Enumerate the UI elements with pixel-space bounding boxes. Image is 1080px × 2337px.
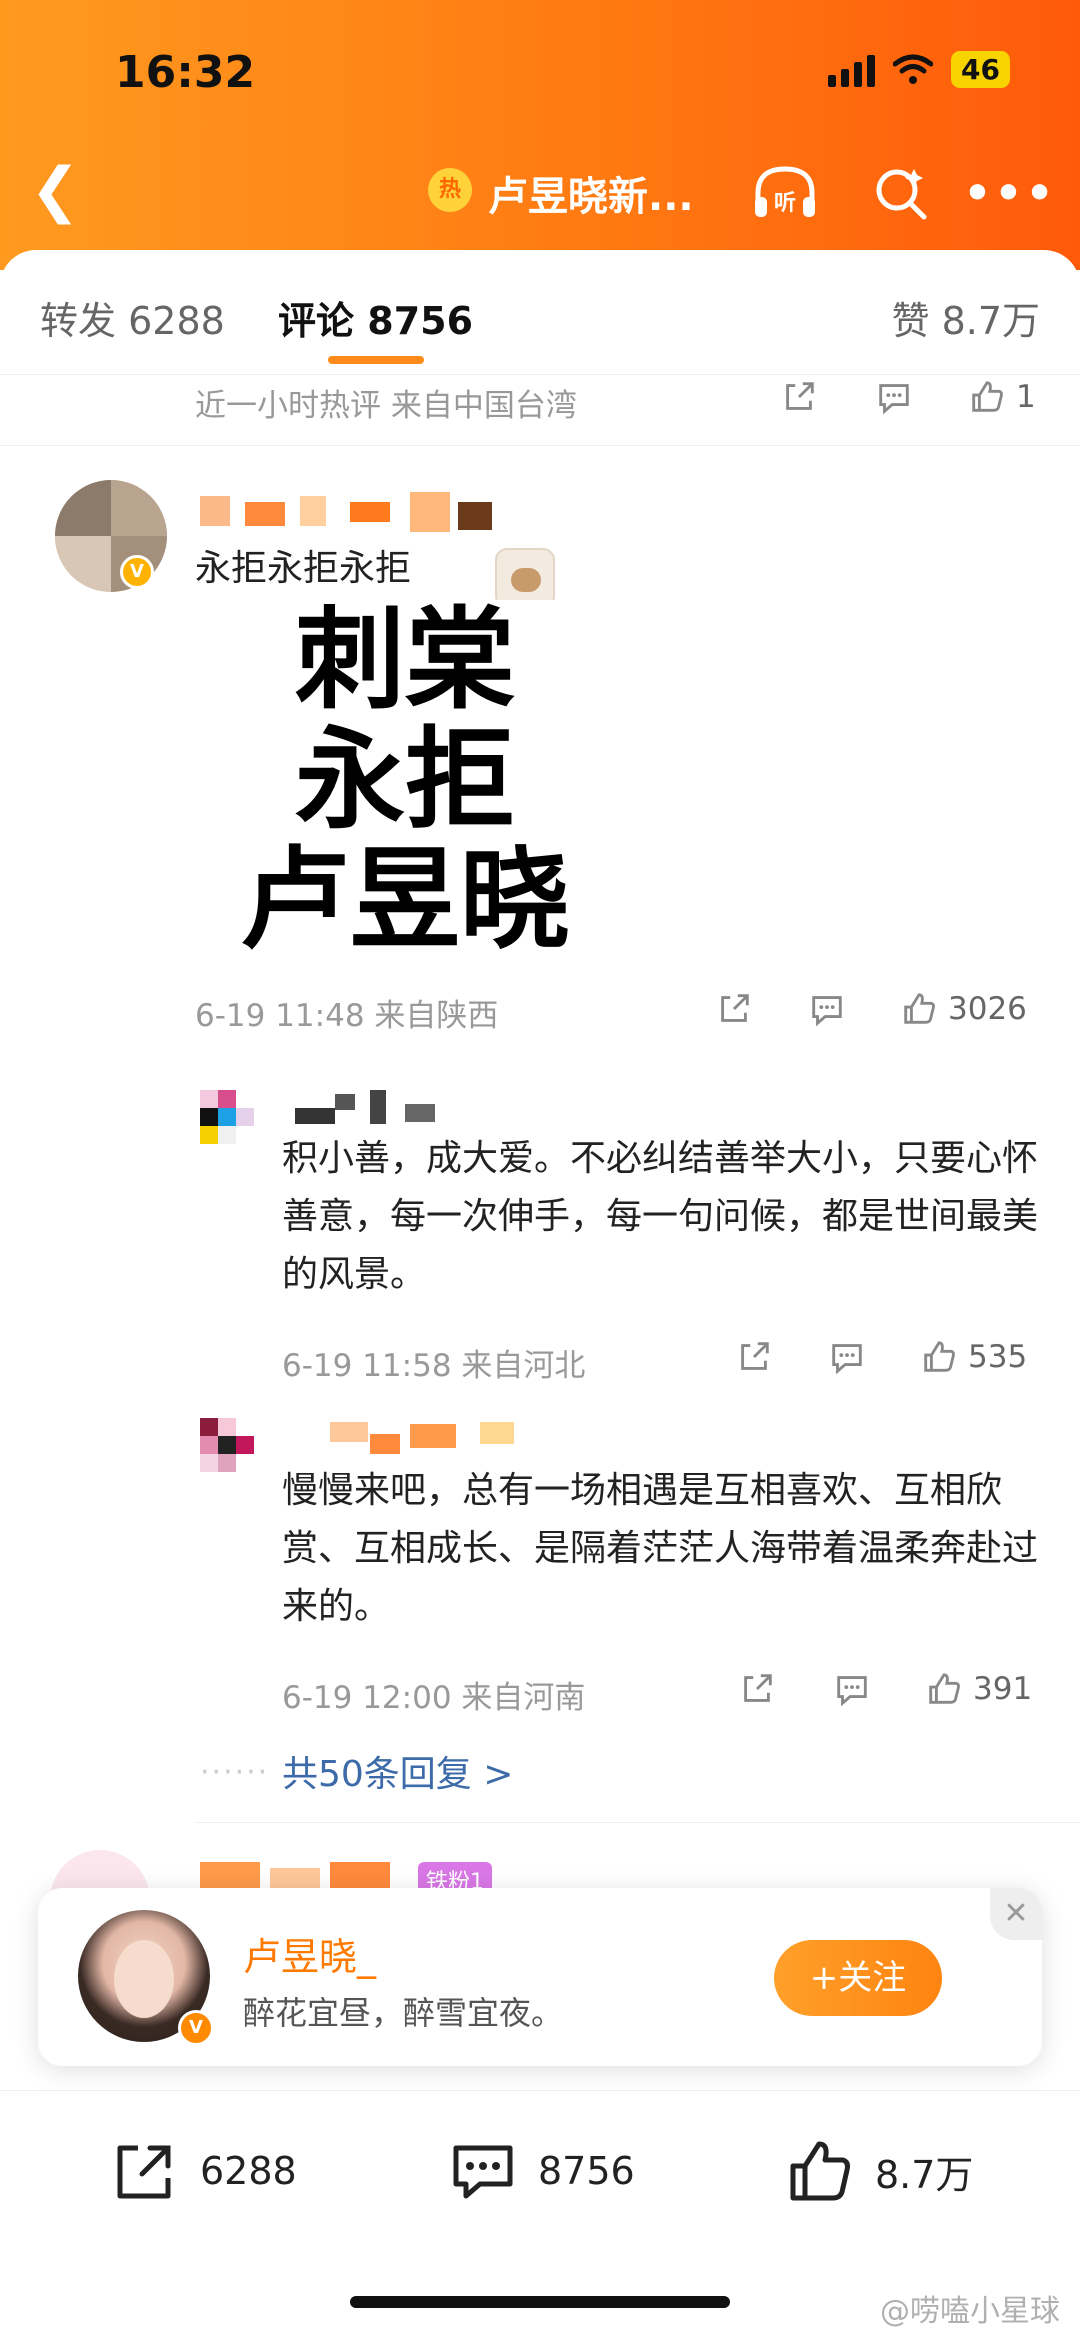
like-icon (924, 1341, 955, 1372)
signal-icon (828, 53, 876, 87)
comment-image[interactable]: 刺棠 永拒 卢昱晓 (195, 600, 615, 960)
comment-meta: 6-19 11:48 来自陕西 (195, 998, 499, 1034)
sticker-image (495, 548, 555, 608)
comment-icon[interactable] (828, 1338, 866, 1376)
comment-count: 8756 (538, 2149, 635, 2193)
avatar[interactable] (200, 1418, 256, 1474)
like-button[interactable]: 535 (920, 1338, 1027, 1376)
close-icon[interactable]: ✕ (990, 1888, 1042, 1940)
comment-icon[interactable] (875, 378, 913, 416)
like-icon (972, 381, 1003, 412)
status-time: 16:32 (115, 47, 256, 98)
image-text-line: 永拒 (295, 716, 515, 844)
image-text-line: 刺棠 (295, 600, 515, 724)
bottom-action-bar: 6288 8756 8.7万 @唠嗑小星球 (0, 2090, 1080, 2337)
reply-text: 积小善，成大爱。不必纠结善举大小，只要心怀善意，每一次伸手，每一句问候，都是世间… (282, 1138, 1039, 1295)
like-button[interactable]: 8.7万 (785, 2136, 973, 2206)
like-count: 3026 (948, 991, 1027, 1027)
watermark: @唠嗑小星球 (880, 2294, 1060, 2329)
follow-card: V 卢昱晓_ 醉花宜昼，醉雪宜夜。 +关注 ✕ (38, 1888, 1042, 2066)
follow-button[interactable]: +关注 (774, 1940, 942, 2016)
more-replies-link[interactable]: 共50条回复 > (282, 1745, 513, 1797)
verified-icon: V (120, 555, 154, 589)
reply-meta: 6-19 11:58 来自河北 (282, 1348, 586, 1384)
nav-row: ❮ 热 卢昱晓新... 听 ••• (0, 150, 1080, 230)
image-text-line: 卢昱晓 (240, 836, 570, 960)
like-count: 1 (1016, 379, 1036, 415)
like-button[interactable]: 1 (968, 378, 1036, 416)
like-icon (929, 1673, 960, 1704)
header-bar: 16:32 46 ❮ 热 卢昱晓新... 听 ••• (0, 0, 1080, 270)
comment-button[interactable]: 8756 (448, 2136, 635, 2206)
back-icon[interactable]: ❮ (30, 160, 80, 220)
comment-meta: 近一小时热评 来自中国台湾 (195, 388, 577, 424)
like-count: 391 (973, 1671, 1033, 1707)
avatar[interactable] (200, 1090, 256, 1146)
tab-likes[interactable]: 赞 8.7万 (891, 290, 1040, 345)
battery-icon: 46 (951, 51, 1010, 88)
share-icon[interactable] (735, 1338, 773, 1376)
reply-meta: 6-19 12:00 来自河南 (282, 1680, 586, 1716)
share-icon[interactable] (780, 378, 818, 416)
divider (195, 1822, 1080, 1823)
hot-icon: 热 (428, 168, 472, 212)
comment-icon[interactable] (833, 1670, 871, 1708)
comment-icon[interactable] (808, 990, 846, 1028)
reply-text: 慢慢来吧，总有一场相遇是互相喜欢、互相欣赏、互相成长、是隔着茫茫人海带着温柔奔赴… (282, 1470, 1039, 1627)
forward-button[interactable]: 6288 (110, 2136, 297, 2206)
comment-text: 永拒永拒永拒 (195, 548, 412, 589)
verified-icon: V (178, 2010, 214, 2046)
like-button[interactable]: 391 (925, 1670, 1032, 1708)
forward-count: 6288 (200, 2149, 297, 2193)
search-icon[interactable] (865, 158, 935, 228)
share-icon (117, 2145, 171, 2199)
share-icon[interactable] (715, 990, 753, 1028)
username-redacted[interactable] (200, 482, 500, 532)
listen-icon[interactable]: 听 (750, 158, 820, 228)
like-icon (904, 993, 935, 1024)
svg-text:听: 听 (774, 191, 796, 216)
divider (0, 445, 1080, 446)
username-redacted[interactable] (295, 1090, 455, 1130)
follow-card-bio: 醉花宜昼，醉雪宜夜。 (243, 1994, 564, 2032)
like-count: 8.7万 (875, 2152, 974, 2197)
like-icon (790, 2141, 850, 2201)
tab-bar: 转发 6288 评论 8756 赞 8.7万 (0, 250, 1080, 375)
wifi-icon (893, 54, 934, 84)
page-title[interactable]: 卢昱晓新... (488, 164, 694, 222)
tab-comments[interactable]: 评论 8756 (278, 290, 473, 345)
more-icon[interactable]: ••• (963, 158, 1053, 228)
username-redacted[interactable] (330, 1418, 520, 1458)
comment-icon (453, 2145, 513, 2199)
follow-card-name[interactable]: 卢昱晓_ (243, 1926, 376, 1981)
share-icon[interactable] (738, 1670, 776, 1708)
reply-dots: ······ (200, 1755, 270, 1790)
status-bar: 16:32 46 (0, 45, 1080, 105)
tab-forward[interactable]: 转发 6288 (40, 290, 225, 345)
like-button[interactable]: 3026 (900, 990, 1027, 1028)
tab-active-indicator (328, 356, 424, 364)
status-icons: 46 (828, 51, 1010, 88)
like-count: 535 (968, 1339, 1028, 1375)
home-indicator[interactable] (350, 2296, 730, 2308)
